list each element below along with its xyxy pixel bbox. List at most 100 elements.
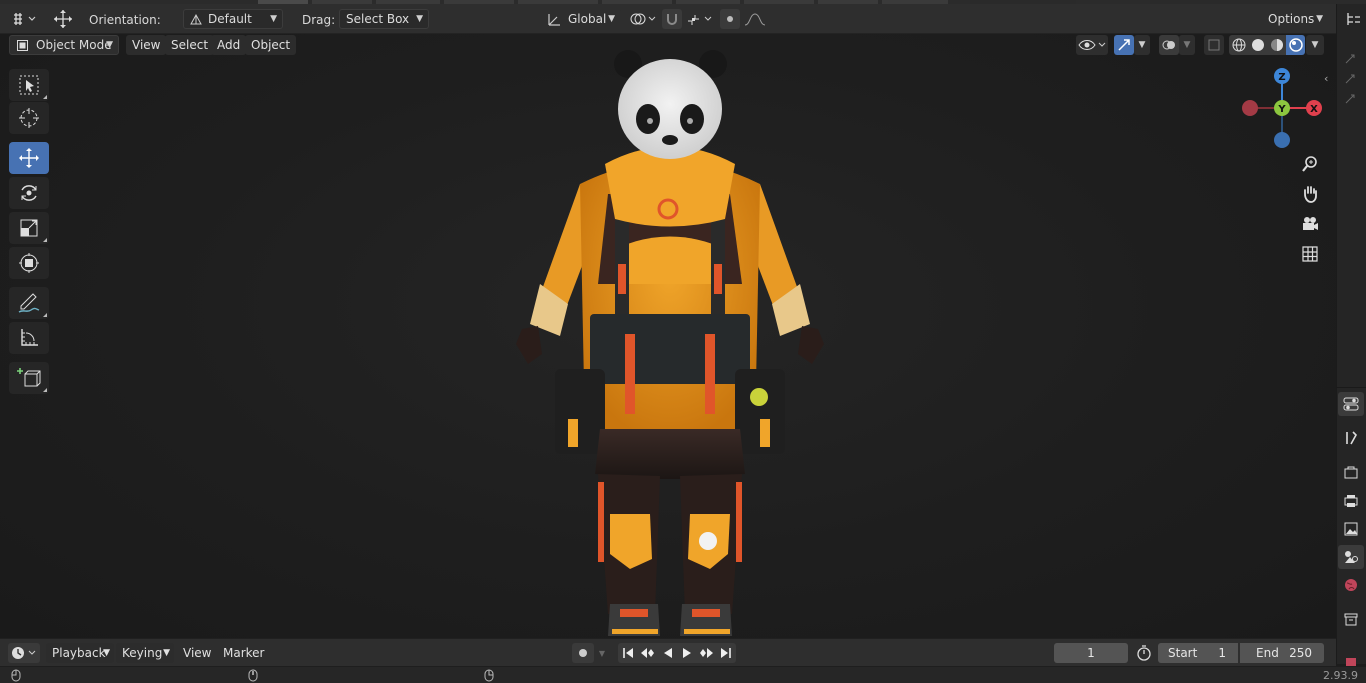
menu-view[interactable]: View bbox=[126, 35, 167, 55]
outliner-editor-button[interactable] bbox=[1341, 8, 1365, 30]
navigation-gizmo[interactable]: Z X Y bbox=[1236, 64, 1326, 154]
start-label: Start bbox=[1168, 646, 1198, 660]
panda-character-model[interactable] bbox=[480, 44, 860, 639]
eye-icon bbox=[1078, 40, 1106, 50]
outliner-icon bbox=[1347, 13, 1360, 25]
menu-select[interactable]: Select bbox=[165, 35, 215, 55]
tab-world[interactable] bbox=[1338, 573, 1364, 597]
version-label: 2.93.9 bbox=[1323, 669, 1358, 682]
scale-icon bbox=[20, 219, 38, 237]
gizmo-neg-z[interactable] bbox=[1274, 132, 1290, 148]
camera-view-button[interactable] bbox=[1298, 212, 1322, 236]
mode-dropdown[interactable]: Object Mode ▼ bbox=[9, 35, 119, 55]
shading-material[interactable] bbox=[1267, 35, 1286, 55]
preview-range-toggle[interactable] bbox=[1134, 643, 1154, 663]
pan-button[interactable] bbox=[1298, 182, 1322, 206]
cursor-tool[interactable] bbox=[9, 102, 49, 134]
outliner-collapsed-items bbox=[1340, 52, 1360, 116]
proportional-editing-toggle[interactable] bbox=[720, 9, 740, 29]
strip-divider bbox=[1336, 387, 1366, 388]
mouse-right-icon bbox=[484, 669, 494, 682]
move-tool[interactable] bbox=[9, 142, 49, 174]
camera-icon bbox=[1303, 217, 1318, 230]
measure-tool[interactable] bbox=[9, 322, 49, 354]
scale-tool[interactable] bbox=[9, 212, 49, 244]
options-dropdown[interactable]: Options ▼ bbox=[1261, 9, 1329, 29]
view-layer-image-icon bbox=[1344, 522, 1358, 536]
play-reverse-icon bbox=[663, 648, 672, 658]
orientation-icon bbox=[190, 13, 202, 25]
menu-object[interactable]: Object bbox=[245, 35, 297, 55]
jump-prev-keyframe-button[interactable] bbox=[638, 643, 658, 663]
annotate-pencil-icon bbox=[18, 293, 40, 313]
falloff-button[interactable] bbox=[742, 9, 768, 29]
gizmo-dropdown[interactable]: ▼ bbox=[1134, 35, 1150, 55]
keying-set-dropdown[interactable]: ▼ bbox=[594, 643, 610, 663]
transform-orientation-dropdown[interactable]: Global ▼ bbox=[541, 9, 621, 29]
rotate-tool[interactable] bbox=[9, 177, 49, 209]
menu-keying-label: Keying bbox=[122, 646, 163, 660]
magnet-icon bbox=[667, 14, 677, 25]
shading-solid[interactable] bbox=[1248, 35, 1267, 55]
overlays-toggle[interactable] bbox=[1159, 35, 1179, 55]
shading-dropdown[interactable]: ▼ bbox=[1306, 35, 1324, 55]
jump-start-button[interactable] bbox=[618, 643, 638, 663]
overlays-dropdown[interactable]: ▼ bbox=[1179, 35, 1195, 55]
transform-tool[interactable] bbox=[9, 247, 49, 279]
zoom-icon bbox=[1302, 156, 1317, 172]
play-reverse-button[interactable] bbox=[658, 643, 677, 663]
jump-end-button[interactable] bbox=[716, 643, 736, 663]
end-frame-field[interactable]: End 250 bbox=[1240, 643, 1324, 663]
ortho-toggle-button[interactable] bbox=[1298, 242, 1322, 266]
select-box-tool[interactable] bbox=[9, 69, 49, 101]
visibility-button[interactable] bbox=[1076, 35, 1108, 55]
auto-keying-toggle[interactable] bbox=[572, 643, 594, 663]
snap-target-button[interactable] bbox=[685, 9, 715, 29]
orientation-dropdown[interactable]: Default ▼ bbox=[183, 9, 283, 29]
editor-type-icon bbox=[14, 13, 36, 25]
restrict-select-icon[interactable] bbox=[1343, 52, 1357, 66]
tab-view-layer[interactable] bbox=[1338, 517, 1364, 541]
menu-playback[interactable]: Playback ▼ bbox=[46, 643, 114, 663]
editor-type-button[interactable] bbox=[8, 9, 40, 29]
menu-marker[interactable]: Marker bbox=[217, 643, 271, 663]
chevron-down-icon: ▼ bbox=[1311, 40, 1319, 50]
gizmo-neg-x[interactable] bbox=[1242, 100, 1258, 116]
timeline-editor-type[interactable] bbox=[8, 643, 40, 663]
orientation-label: Orientation: bbox=[89, 13, 161, 27]
drag-dropdown[interactable]: Select Box ▼ bbox=[339, 9, 429, 29]
tab-output[interactable] bbox=[1338, 489, 1364, 513]
add-cube-tool[interactable] bbox=[9, 362, 49, 394]
restrict-select-icon[interactable] bbox=[1343, 72, 1357, 86]
tab-render[interactable] bbox=[1338, 461, 1364, 485]
tab-scene[interactable] bbox=[1338, 545, 1364, 569]
pivot-icon bbox=[630, 13, 656, 25]
shading-wireframe[interactable] bbox=[1229, 35, 1248, 55]
tab-object[interactable] bbox=[1338, 656, 1364, 666]
properties-editor-type[interactable] bbox=[1338, 392, 1364, 416]
menu-add[interactable]: Add bbox=[211, 35, 247, 55]
shading-rendered[interactable] bbox=[1286, 35, 1305, 55]
falloff-curve-icon bbox=[744, 13, 766, 26]
annotate-tool[interactable] bbox=[9, 287, 49, 319]
restrict-select-icon[interactable] bbox=[1343, 92, 1357, 106]
current-frame-field[interactable]: 1 bbox=[1054, 643, 1128, 663]
menu-timeline-view[interactable]: View bbox=[177, 643, 218, 663]
sidebar-collapse-icon[interactable]: ‹ bbox=[1324, 72, 1328, 85]
snap-toggle[interactable] bbox=[662, 9, 682, 29]
3d-viewport[interactable]: Object Mode▼ View Select Add Object ▼ ▼ bbox=[0, 34, 1336, 638]
menu-keying[interactable]: Keying ▼ bbox=[116, 643, 174, 663]
pivot-point-button[interactable] bbox=[627, 9, 659, 29]
tab-collection[interactable] bbox=[1338, 607, 1364, 631]
properties-editor-icon bbox=[1343, 397, 1359, 411]
jump-next-keyframe-button[interactable] bbox=[696, 643, 716, 663]
start-frame-field[interactable]: Start 1 bbox=[1158, 643, 1238, 663]
drag-label: Drag: bbox=[302, 13, 336, 27]
gizmo-toggle[interactable] bbox=[1114, 35, 1134, 55]
tab-tool[interactable] bbox=[1338, 426, 1364, 450]
zoom-button[interactable] bbox=[1298, 152, 1322, 176]
jump-start-icon bbox=[623, 648, 633, 658]
xray-toggle[interactable] bbox=[1204, 35, 1224, 55]
select-box-icon bbox=[19, 75, 39, 95]
play-button[interactable] bbox=[677, 643, 696, 663]
